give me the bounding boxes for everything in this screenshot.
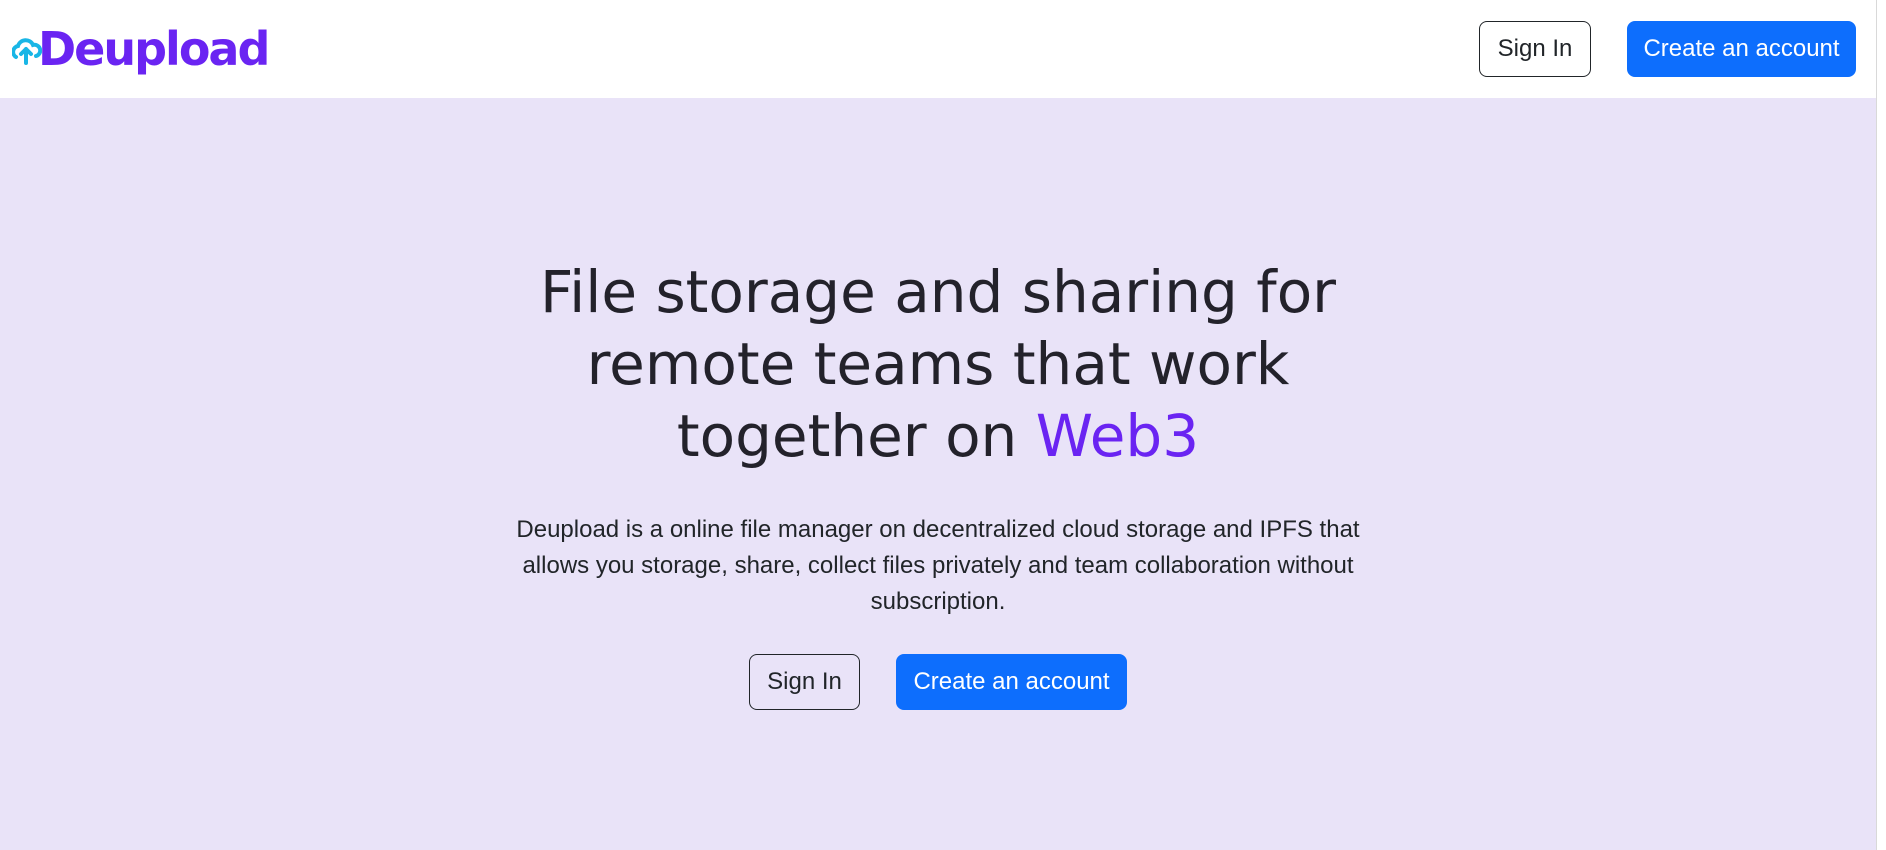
hero-description: Deupload is a online file manager on dec…	[516, 516, 1360, 615]
top-navbar: Deupload Sign In Create an account	[0, 0, 1876, 98]
nav-create-account-button[interactable]: Create an account	[1627, 21, 1856, 77]
cloud-upload-icon	[11, 27, 43, 71]
hero-section: File storage and sharing for remote team…	[0, 98, 1876, 850]
brand-name: Deupload	[38, 22, 270, 76]
hero-actions: Sign In Create an account	[749, 654, 1127, 710]
hero-sign-in-button[interactable]: Sign In	[749, 654, 860, 710]
nav-actions: Sign In Create an account	[1479, 21, 1856, 77]
hero-title-highlight: Web3	[1035, 402, 1200, 470]
hero-title: File storage and sharing for remote team…	[538, 256, 1338, 472]
brand-logo[interactable]: Deupload	[11, 19, 270, 79]
page-scrollbar[interactable]	[1876, 0, 1886, 850]
nav-sign-in-button[interactable]: Sign In	[1479, 21, 1591, 77]
hero-create-account-button[interactable]: Create an account	[896, 654, 1127, 710]
hero-title-main: File storage and sharing for remote team…	[539, 258, 1337, 470]
hero-content: File storage and sharing for remote team…	[0, 98, 1876, 710]
